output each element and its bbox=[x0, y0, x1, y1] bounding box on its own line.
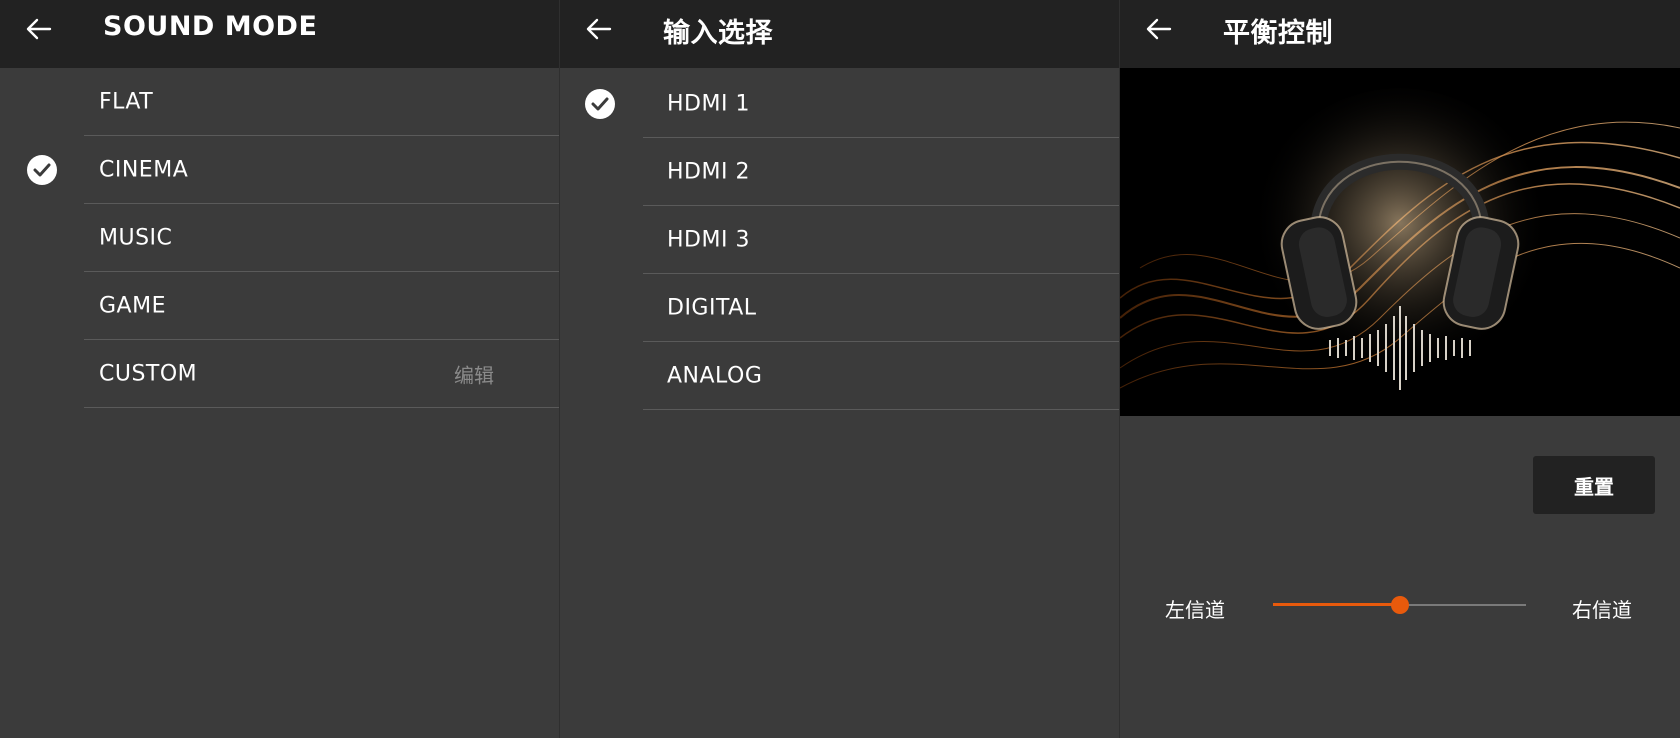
screens: SOUND MODE FLAT CINEMA MUSIC GAME CUSTOM… bbox=[0, 0, 1680, 738]
arrow-left-icon bbox=[586, 18, 612, 40]
list-item-digital[interactable]: DIGITAL bbox=[560, 274, 1119, 342]
list-item-label: DIGITAL bbox=[667, 295, 757, 321]
page-title: 输入选择 bbox=[663, 18, 773, 49]
arrow-left-icon bbox=[26, 18, 52, 40]
back-button[interactable] bbox=[22, 12, 56, 46]
list-item-hdmi-3[interactable]: HDMI 3 bbox=[560, 206, 1119, 274]
list-item-game[interactable]: GAME bbox=[0, 272, 559, 340]
slider-fill bbox=[1273, 603, 1400, 606]
back-button[interactable] bbox=[1142, 12, 1176, 46]
reset-button[interactable]: 重置 bbox=[1533, 456, 1655, 514]
list-item-cinema[interactable]: CINEMA bbox=[0, 136, 559, 204]
sound-mode-panel: SOUND MODE FLAT CINEMA MUSIC GAME CUSTOM… bbox=[0, 0, 560, 738]
balance-slider[interactable] bbox=[1273, 590, 1526, 620]
input-list: HDMI 1 HDMI 2 HDMI 3 DIGITAL ANALOG bbox=[560, 70, 1119, 410]
page-title: 平衡控制 bbox=[1223, 18, 1333, 49]
edit-link[interactable]: 编辑 bbox=[454, 360, 494, 389]
input-select-panel: 输入选择 HDMI 1 HDMI 2 HDMI 3 DIGITAL ANALOG bbox=[560, 0, 1120, 738]
divider bbox=[84, 407, 559, 408]
list-item-label: HDMI 2 bbox=[667, 159, 750, 185]
sound-mode-list: FLAT CINEMA MUSIC GAME CUSTOM 编辑 bbox=[0, 68, 559, 408]
divider bbox=[643, 409, 1119, 410]
list-item-flat[interactable]: FLAT bbox=[0, 68, 559, 136]
sound-mode-header: SOUND MODE bbox=[0, 0, 559, 68]
list-item-custom[interactable]: CUSTOM 编辑 bbox=[0, 340, 559, 408]
list-item-label: HDMI 3 bbox=[667, 227, 750, 253]
list-item-hdmi-1[interactable]: HDMI 1 bbox=[560, 70, 1119, 138]
list-item-label: GAME bbox=[99, 293, 166, 319]
input-select-header: 输入选择 bbox=[560, 0, 1119, 68]
arrow-left-icon bbox=[1146, 18, 1172, 40]
check-icon bbox=[585, 89, 615, 119]
list-item-label: ANALOG bbox=[667, 363, 763, 389]
list-item-label: FLAT bbox=[99, 89, 154, 115]
headphones-image bbox=[1120, 68, 1680, 416]
list-item-label: MUSIC bbox=[99, 225, 173, 251]
slider-thumb[interactable] bbox=[1390, 596, 1409, 614]
list-item-label: HDMI 1 bbox=[667, 91, 750, 117]
right-channel-label: 右信道 bbox=[1572, 598, 1632, 622]
balance-panel: 平衡控制 重置 左信道 右信道 bbox=[1120, 0, 1680, 738]
list-item-hdmi-2[interactable]: HDMI 2 bbox=[560, 138, 1119, 206]
back-button[interactable] bbox=[582, 12, 616, 46]
check-icon bbox=[27, 155, 57, 185]
page-title: SOUND MODE bbox=[103, 11, 318, 42]
list-item-analog[interactable]: ANALOG bbox=[560, 342, 1119, 410]
list-item-label: CINEMA bbox=[99, 157, 189, 183]
left-channel-label: 左信道 bbox=[1165, 598, 1225, 622]
balance-header: 平衡控制 bbox=[1120, 0, 1680, 68]
list-item-label: CUSTOM bbox=[99, 361, 198, 387]
list-item-music[interactable]: MUSIC bbox=[0, 204, 559, 272]
